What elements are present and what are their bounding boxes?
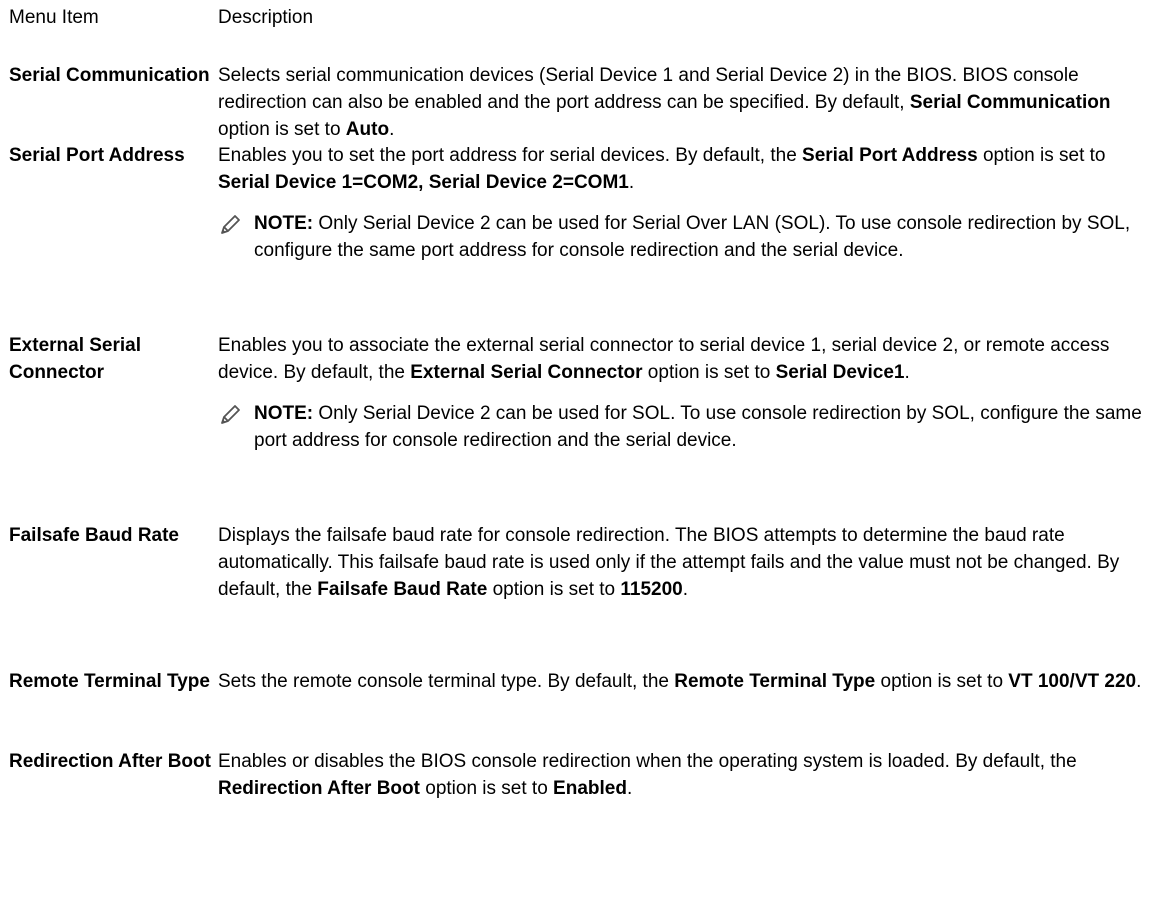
menu-item-description: Enables you to set the port address for … bbox=[218, 142, 1157, 264]
text-run: . bbox=[904, 362, 910, 383]
description-text: Enables you to associate the external se… bbox=[218, 332, 1153, 386]
menu-item-name: Redirection After Boot bbox=[9, 751, 211, 772]
bold-term: Serial Device1 bbox=[775, 362, 905, 383]
text-run: Enables you to set the port address for … bbox=[218, 145, 803, 166]
menu-item-description: Enables you to associate the external se… bbox=[218, 332, 1157, 454]
menu-item-description: Selects serial communication devices (Se… bbox=[218, 62, 1157, 143]
note-block: NOTE: Only Serial Device 2 can be used f… bbox=[218, 400, 1153, 454]
note-label: NOTE: bbox=[254, 403, 314, 424]
bold-term: 115200 bbox=[620, 579, 683, 600]
table-header: Menu Item Description bbox=[9, 4, 1157, 46]
table-row: Serial Port Address Enables you to set th… bbox=[9, 142, 1157, 264]
bold-term: Enabled bbox=[553, 778, 627, 799]
description-header: Description bbox=[218, 7, 314, 28]
description-text: Selects serial communication devices (Se… bbox=[218, 62, 1153, 143]
bold-term: Serial Communication bbox=[909, 92, 1111, 113]
menu-item-description: Enables or disables the BIOS console red… bbox=[218, 748, 1157, 802]
text-run: . bbox=[389, 119, 395, 140]
text-run: option is set to bbox=[218, 119, 346, 140]
text-run: . bbox=[682, 579, 689, 600]
text-run: . bbox=[628, 172, 635, 193]
table-row: External Serial Connector Enables you to … bbox=[9, 332, 1157, 454]
note-body-text: Only Serial Device 2 can be used for Ser… bbox=[254, 213, 1131, 261]
bold-term: Failsafe Baud Rate bbox=[317, 579, 488, 600]
text-run: option is set to bbox=[875, 671, 1009, 692]
note-block: NOTE: Only Serial Device 2 can be used f… bbox=[218, 210, 1153, 264]
table-row: Redirection After Boot Enables or disable… bbox=[9, 748, 1157, 802]
menu-item-name: Remote Terminal Type bbox=[9, 671, 210, 692]
bold-term: Serial Device 1=COM2, Serial Device 2=CO… bbox=[218, 172, 629, 193]
menu-item-description: Displays the failsafe baud rate for cons… bbox=[218, 522, 1157, 603]
text-run: option is set to bbox=[977, 145, 1106, 166]
text-run: option is set to bbox=[487, 579, 621, 600]
bold-term: Serial Port Address bbox=[802, 145, 978, 166]
bold-term: Remote Terminal Type bbox=[674, 671, 876, 692]
note-text: NOTE: Only Serial Device 2 can be used f… bbox=[254, 400, 1153, 454]
text-run: . bbox=[1136, 671, 1142, 692]
description-text: Displays the failsafe baud rate for cons… bbox=[218, 522, 1153, 603]
note-pencil-icon bbox=[218, 210, 254, 240]
table-row: Serial Communication Selects serial commu… bbox=[9, 62, 1157, 143]
table-row: Failsafe Baud Rate Displays the failsafe … bbox=[9, 522, 1157, 603]
menu-item-description: Sets the remote console terminal type. B… bbox=[218, 668, 1157, 695]
note-label: NOTE: bbox=[254, 213, 314, 234]
note-text: NOTE: Only Serial Device 2 can be used f… bbox=[254, 210, 1153, 264]
menu-item-name: External Serial Connector bbox=[9, 335, 142, 383]
table-row: Remote Terminal Type Sets the remote cons… bbox=[9, 668, 1157, 695]
text-run: Enables or disables the BIOS console red… bbox=[218, 751, 1077, 772]
description-text: Enables you to set the port address for … bbox=[218, 142, 1153, 196]
note-pencil-icon bbox=[218, 400, 254, 430]
description-text: Sets the remote console terminal type. B… bbox=[218, 668, 1153, 695]
bold-term: External Serial Connector bbox=[410, 362, 643, 383]
text-run: . bbox=[626, 778, 633, 799]
bold-term: VT 100/VT 220 bbox=[1008, 671, 1137, 692]
text-run: option is set to bbox=[642, 362, 776, 383]
description-text: Enables or disables the BIOS console red… bbox=[218, 748, 1153, 802]
menu-item-name: Serial Port Address bbox=[9, 145, 185, 166]
note-body-text: Only Serial Device 2 can be used for SOL… bbox=[254, 403, 1142, 451]
menu-item-name: Serial Communication bbox=[9, 65, 210, 86]
bold-term: Redirection After Boot bbox=[218, 778, 420, 799]
menu-item-header: Menu Item bbox=[9, 7, 99, 28]
bold-term: Auto bbox=[345, 119, 390, 140]
text-run: option is set to bbox=[419, 778, 554, 799]
text-run: Sets the remote console terminal type. B… bbox=[218, 671, 675, 692]
settings-table: Menu Item Description Serial Communicati… bbox=[9, 4, 1157, 799]
menu-item-name: Failsafe Baud Rate bbox=[9, 525, 179, 546]
